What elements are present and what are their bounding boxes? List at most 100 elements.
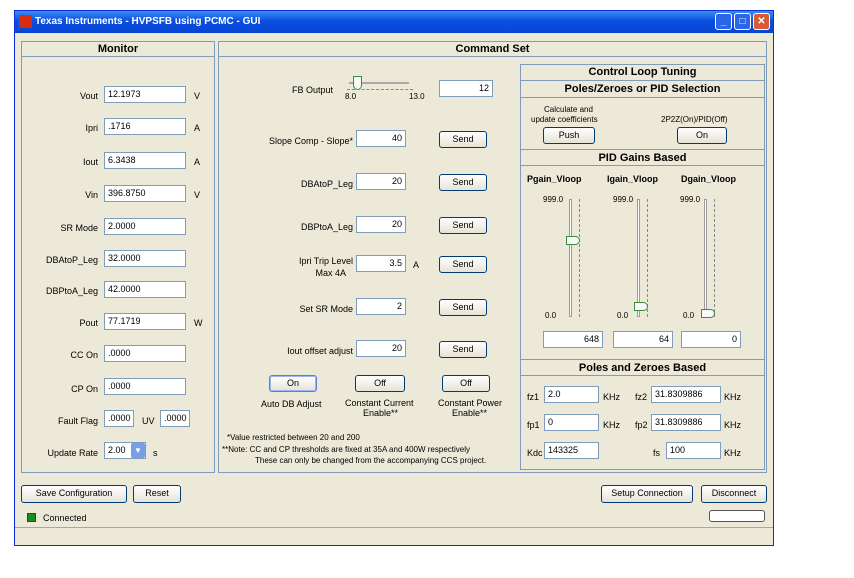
ipri-trip-field[interactable]: 3.5 (356, 255, 406, 272)
vin-field: 396.8750 (104, 185, 186, 202)
fb-output-label: FB Output (291, 85, 333, 95)
kdc-field[interactable]: 143325 (544, 442, 599, 459)
fs-unit: KHz (724, 448, 742, 458)
window-title: Texas Instruments - HVPSFB using PCMC - … (35, 16, 261, 27)
iout-offset-send-button[interactable]: Send (439, 341, 487, 358)
ipri-trip-send-button[interactable]: Send (439, 256, 487, 273)
ipri-label: Ipri (85, 123, 98, 133)
pgain-max: 999.0 (543, 195, 564, 204)
fz2-field[interactable]: 31.8309886 (651, 386, 721, 403)
constant-current-toggle[interactable]: Off (355, 375, 405, 392)
igain-field[interactable]: 64 (613, 331, 673, 348)
constant-power-toggle[interactable]: Off (442, 375, 490, 392)
fp1-unit: KHz (603, 420, 621, 430)
chevron-down-icon[interactable]: ▼ (131, 443, 145, 458)
dbatop-leg-field: 32.0000 (104, 250, 186, 267)
cp-on-label: CP On (71, 384, 98, 394)
dgain-field[interactable]: 0 (681, 331, 741, 348)
slope-comp-field[interactable]: 40 (356, 130, 406, 147)
kdc-label: Kdc (527, 448, 543, 458)
dgain-max: 999.0 (680, 195, 701, 204)
dgain-slider-track[interactable] (704, 199, 707, 317)
fz2-unit: KHz (724, 392, 742, 402)
slope-comp-send-button[interactable]: Send (439, 131, 487, 148)
fs-field[interactable]: 100 (666, 442, 721, 459)
vout-field: 12.1973 (104, 86, 186, 103)
app-logo-icon (19, 15, 32, 28)
mode-label: 2P2Z(On)/PID(Off) (661, 115, 728, 124)
fz2-label: fz2 (635, 392, 648, 402)
monitor-title: Monitor (22, 42, 214, 57)
set-sr-mode-send-button[interactable]: Send (439, 299, 487, 316)
dbptoa-leg-send-button[interactable]: Send (439, 217, 487, 234)
maximize-icon[interactable]: □ (734, 13, 751, 30)
ipri-trip-unit: A (413, 260, 420, 270)
setup-connection-button[interactable]: Setup Connection (601, 485, 693, 503)
fp1-field[interactable]: 0 (544, 414, 599, 431)
set-sr-mode-field[interactable]: 2 (356, 298, 406, 315)
constant-current-label: Constant Current (345, 398, 414, 408)
iout-unit: A (194, 157, 201, 167)
fz1-unit: KHz (603, 392, 621, 402)
iout-field: 6.3438 (104, 152, 186, 169)
control-loop-group: Control Loop Tuning Poles/Zeroes or PID … (520, 64, 765, 470)
pid-title: PID Gains Based (521, 149, 764, 166)
iout-label: Iout (82, 157, 98, 167)
command-set-title: Command Set (219, 42, 766, 57)
set-sr-mode-label: Set SR Mode (299, 304, 353, 314)
fs-label: fs (653, 448, 661, 458)
save-configuration-button[interactable]: Save Configuration (21, 485, 127, 503)
control-loop-title: Control Loop Tuning (521, 65, 764, 81)
mode-toggle-button[interactable]: On (677, 127, 727, 144)
reset-button[interactable]: Reset (133, 485, 181, 503)
pout-label: Pout (79, 318, 98, 328)
close-icon[interactable]: ✕ (753, 13, 770, 30)
fb-output-ticks (347, 89, 413, 90)
statusbar-divider (15, 527, 773, 528)
selection-title: Poles/Zeroes or PID Selection (521, 81, 764, 98)
igain-slider-track[interactable] (637, 199, 640, 317)
pout-unit: W (194, 318, 203, 328)
uv-field: .0000 (160, 410, 190, 427)
auto-db-adjust-toggle[interactable]: On (269, 375, 317, 392)
pgain-slider-ticks (577, 199, 580, 317)
fault-flag-label: Fault Flag (57, 416, 98, 426)
disconnect-button[interactable]: Disconnect (701, 485, 767, 503)
pz-title: Poles and Zeroes Based (521, 359, 764, 376)
ipri-trip-max-label: Max 4A (315, 268, 346, 278)
dgain-title: Dgain_Vloop (681, 174, 737, 184)
iout-offset-field[interactable]: 20 (356, 340, 406, 357)
dbatop-leg-send-button[interactable]: Send (439, 174, 487, 191)
vout-unit: V (194, 91, 201, 101)
dgain-slider-ticks (712, 199, 715, 317)
title-bar[interactable]: Texas Instruments - HVPSFB using PCMC - … (15, 11, 773, 33)
fp2-label: fp2 (635, 420, 648, 430)
pgain-slider-track[interactable] (569, 199, 572, 317)
minimize-icon[interactable]: _ (715, 13, 732, 30)
igain-slider-thumb[interactable] (634, 301, 648, 311)
sr-mode-field: 2.0000 (104, 218, 186, 235)
push-button[interactable]: Push (543, 127, 595, 144)
note-range: *Value restricted between 20 and 200 (227, 433, 360, 442)
igain-title: Igain_Vloop (607, 174, 659, 184)
dgain-slider-thumb[interactable] (701, 309, 715, 318)
fb-output-slider-thumb[interactable] (353, 76, 362, 90)
pgain-slider-thumb[interactable] (566, 236, 580, 246)
dgain-min: 0.0 (683, 311, 695, 320)
constant-current-enable-label: Enable** (363, 408, 399, 418)
fz1-field[interactable]: 2.0 (544, 386, 599, 403)
dbatop-leg-cmd-field[interactable]: 20 (356, 173, 406, 190)
fb-output-field[interactable]: 12 (439, 80, 493, 97)
fault-flag-field: .0000 (104, 410, 134, 427)
monitor-group: Monitor Vout 12.1973 V Ipri .1716 A Iout… (21, 41, 215, 473)
ipri-trip-label: Ipri Trip Level (298, 256, 353, 266)
igain-max: 999.0 (613, 195, 634, 204)
pgain-field[interactable]: 648 (543, 331, 603, 348)
ipri-unit: A (194, 123, 201, 133)
dbptoa-leg-cmd-field[interactable]: 20 (356, 216, 406, 233)
fp2-field[interactable]: 31.8309886 (651, 414, 721, 431)
dbatop-leg-label: DBAtoP_Leg (45, 255, 98, 265)
dbptoa-leg-cmd-label: DBPtoA_Leg (300, 222, 353, 232)
ipri-field: .1716 (104, 118, 186, 135)
slope-comp-label: Slope Comp - Slope* (268, 136, 353, 146)
